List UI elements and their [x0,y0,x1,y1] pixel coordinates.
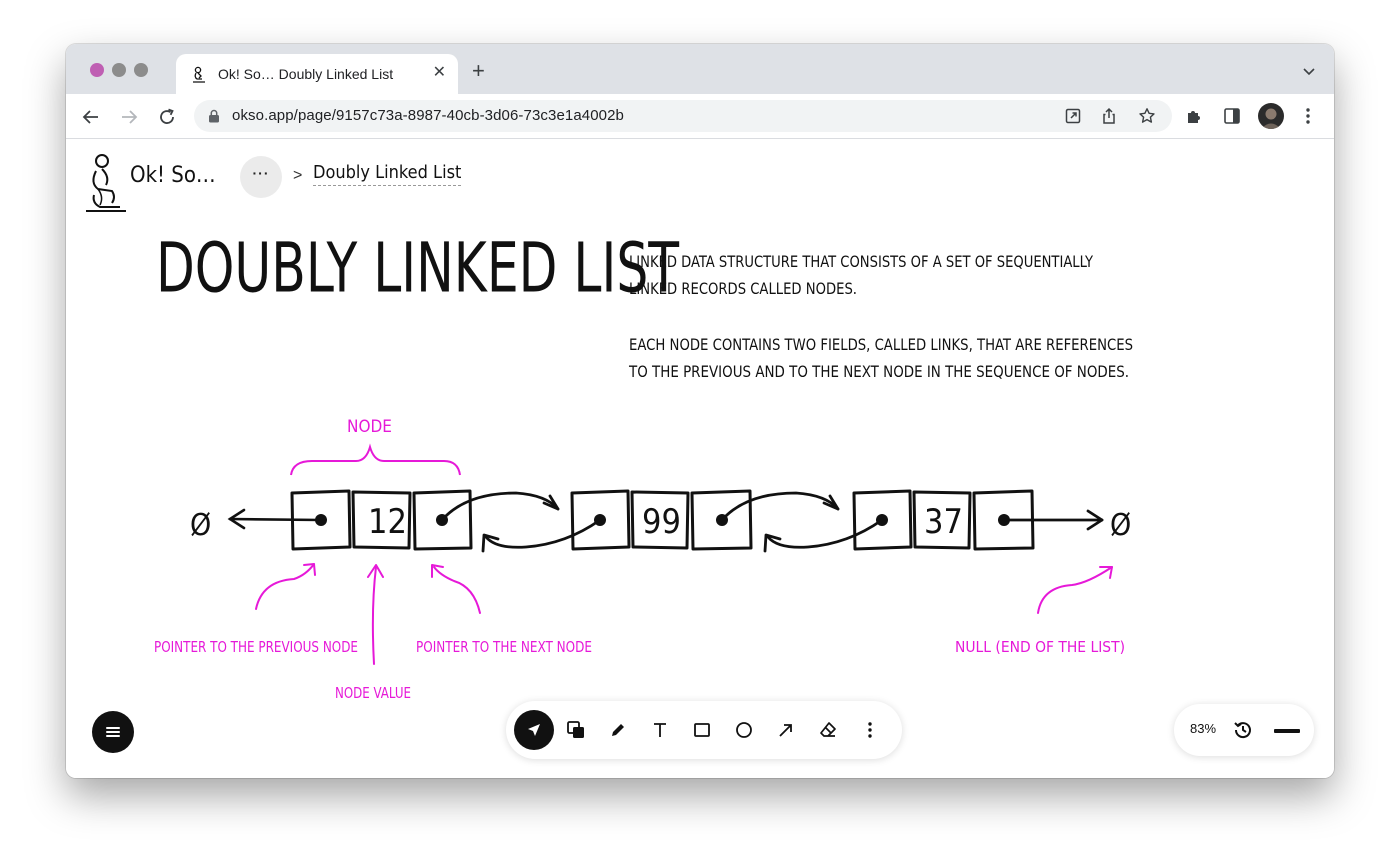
prev-pointer-dot [315,514,327,526]
okso-page: DOUBLY LINKED LIST LINKED DATA STRUCTURE… [66,139,1334,778]
zoom-level[interactable]: 83% [1190,721,1216,736]
drawing-canvas[interactable]: DOUBLY LINKED LIST LINKED DATA STRUCTURE… [66,139,1334,778]
annotation-next-pointer: POINTER TO THE NEXT NODE [416,638,592,656]
pen-tool-button[interactable] [598,710,638,750]
eraser-tool-button[interactable] [808,710,848,750]
window-controls [90,63,148,77]
more-tools-button[interactable] [850,710,890,750]
description-line: EACH NODE CONTAINS TWO FIELDS, CALLED LI… [629,335,1133,354]
description-line: TO THE PREVIOUS AND TO THE NEXT NODE IN … [628,362,1129,381]
node-label: NODE [347,417,392,437]
close-window-button[interactable] [90,63,104,77]
layers-icon [567,721,584,738]
new-tab-icon[interactable]: + [472,60,485,82]
vertical-dots-icon [868,722,872,738]
browser-window: Ok! So… Doubly Linked List ✕ + okso.app/… [66,44,1334,778]
reload-icon[interactable] [156,106,178,128]
main-menu-button[interactable] [92,711,134,753]
layers-tool-button[interactable] [556,710,596,750]
link-to-null-left [227,508,323,530]
breadcrumb-separator: > [293,167,303,184]
extensions-puzzle-icon[interactable] [1184,106,1204,126]
next-link-1-2 [440,491,560,522]
null-left-symbol: Ø [190,508,211,543]
eraser-icon [820,722,836,737]
text-tool-button[interactable] [640,710,680,750]
drawing-toolbar [506,701,902,759]
tab-close-icon[interactable]: ✕ [433,63,446,83]
circle-icon [736,722,752,738]
breadcrumb-more-button[interactable]: ··· [240,156,282,198]
stroke-width-minus-icon[interactable] [1274,729,1300,733]
pointer-arrow-icon [528,724,540,736]
pointer-tool-button[interactable] [514,710,554,750]
profile-photo-icon [1261,108,1281,129]
brand-name[interactable]: Ok! So… [130,163,216,188]
browser-menu-kebab-icon[interactable] [1298,106,1318,126]
breadcrumb-current-page[interactable]: Doubly Linked List [313,162,462,186]
sketch-description: LINKED DATA STRUCTURE THAT CONSISTS OF A… [628,252,1133,381]
hamburger-icon [106,727,120,737]
more-dots-icon: ··· [252,165,270,181]
rectangle-icon [694,723,710,737]
text-t-icon [654,723,666,737]
browser-toolbar: okso.app/page/9157c73a-8987-40cb-3d06-73… [66,94,1334,139]
share-icon[interactable] [1100,107,1118,125]
annotation-null: NULL (END OF THE LIST) [955,638,1125,656]
rectangle-tool-button[interactable] [682,710,722,750]
node-brace [290,443,461,476]
description-line: LINKED RECORDS CALLED NODES. [629,279,857,298]
open-in-app-icon[interactable] [1064,107,1082,125]
maximize-window-button[interactable] [134,63,148,77]
null-right-symbol: Ø [1110,508,1131,543]
forward-arrow-icon[interactable] [118,106,140,128]
arrow-tool-button[interactable] [766,710,806,750]
tab-title: Ok! So… Doubly Linked List [218,66,394,82]
description-line: LINKED DATA STRUCTURE THAT CONSISTS OF A… [629,252,1093,271]
history-icon[interactable] [1232,719,1254,741]
lock-icon[interactable] [208,109,220,123]
prev-link-3-2 [766,518,884,549]
active-tab[interactable]: Ok! So… Doubly Linked List ✕ [176,54,458,94]
annotations: POINTER TO THE PREVIOUS NODE NODE VALUE … [154,638,1125,702]
next-link-2-3 [720,491,840,522]
sketch-heading: DOUBLY LINKED LIST [156,228,680,308]
bookmark-star-icon[interactable] [1138,107,1156,125]
profile-avatar[interactable] [1258,103,1284,129]
pen-icon [612,724,624,736]
node-value: 12 [368,502,407,542]
back-arrow-icon[interactable] [80,106,102,128]
annotation-node-value: NODE VALUE [335,684,411,702]
url-text: okso.app/page/9157c73a-8987-40cb-3d06-73… [232,107,624,124]
side-panel-icon[interactable] [1222,106,1242,126]
address-bar[interactable]: okso.app/page/9157c73a-8987-40cb-3d06-73… [194,100,1172,132]
tab-search-chevron-icon[interactable] [1302,64,1316,78]
prev-link-2-1 [484,518,602,549]
thinker-logo-icon[interactable] [82,151,130,215]
minimize-window-button[interactable] [112,63,126,77]
zoom-controls: 83% [1174,704,1314,756]
tab-strip: Ok! So… Doubly Linked List ✕ + [66,44,1334,94]
node-value: 37 [924,502,963,542]
thinker-favicon-icon [193,66,205,83]
annotation-prev-pointer: POINTER TO THE PREVIOUS NODE [154,638,358,656]
node-value: 99 [642,502,681,542]
diagonal-arrow-icon [779,724,792,737]
circle-tool-button[interactable] [724,710,764,750]
